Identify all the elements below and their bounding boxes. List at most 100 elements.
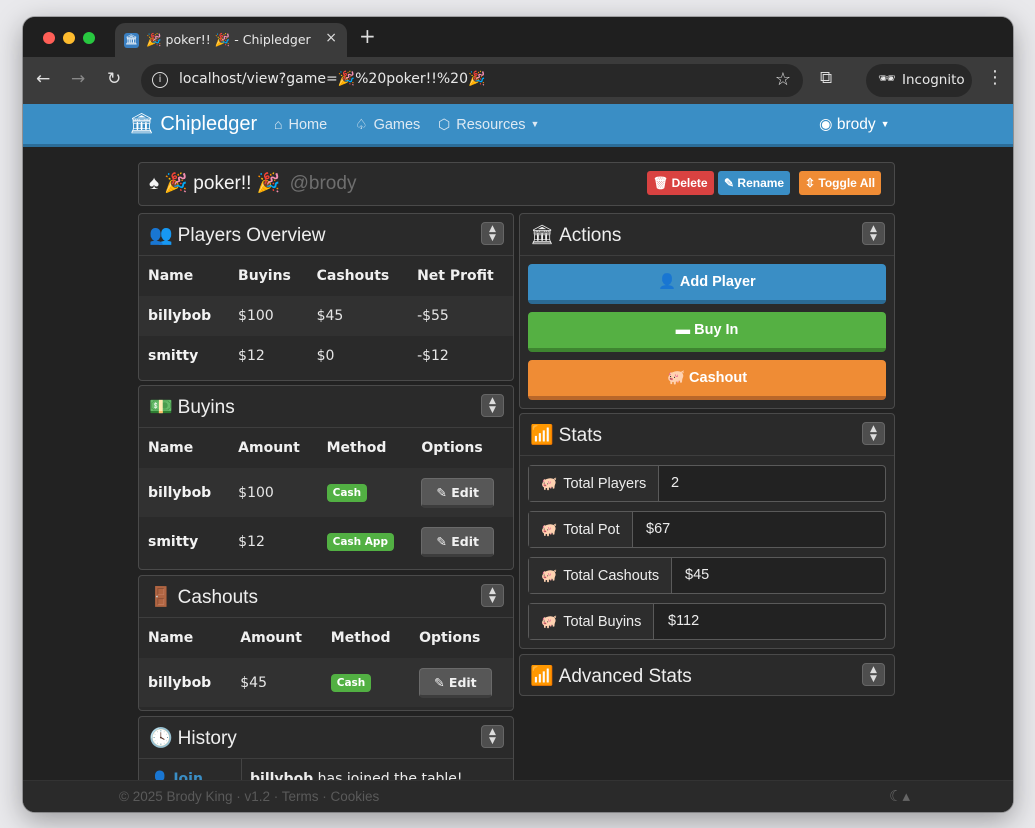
- rename-button[interactable]: ✎ Rename: [718, 171, 791, 195]
- browser-tab[interactable]: 🏛 🎉 poker!! 🎉 - Chipledger ×: [115, 23, 347, 57]
- delete-button[interactable]: 🗑 Delete: [647, 171, 714, 195]
- close-window-button[interactable]: [43, 32, 55, 44]
- chevron-down-icon: ▼: [870, 674, 877, 684]
- tab-title: 🎉 poker!! 🎉 - Chipledger: [146, 32, 311, 47]
- close-tab-icon[interactable]: ×: [325, 30, 337, 46]
- reload-icon[interactable]: ↻: [107, 69, 121, 89]
- buyins-table: Name Amount Method Options billybob $100…: [139, 428, 513, 566]
- cashout-label: Cashout: [689, 370, 748, 386]
- url-text[interactable]: localhost/view?game=🎉%20poker!!%20🎉: [179, 71, 485, 87]
- piggy-bank-icon: 🐖: [541, 568, 558, 583]
- spade-icon: ♠: [149, 173, 160, 194]
- bank-icon: 🏛: [530, 225, 555, 246]
- player-name: smitty: [148, 348, 199, 364]
- stat-label: 🐖 Total Cashouts: [529, 558, 673, 593]
- stat-value: 2: [671, 475, 680, 491]
- edit-button[interactable]: ✎ Edit: [419, 667, 492, 698]
- pencil-icon: ✎: [436, 484, 447, 500]
- maximize-window-button[interactable]: [83, 32, 95, 44]
- table-header-row: Name Amount Method Options: [139, 618, 513, 658]
- table-row: billybob $100 $45 -$55: [139, 296, 513, 336]
- collapse-button[interactable]: ▲ ▼: [481, 394, 504, 417]
- actions-title: Actions: [559, 225, 622, 246]
- theme-toggle-moon-icon[interactable]: ☾▴: [889, 787, 910, 805]
- nav-link-home[interactable]: ⌂ Home: [274, 116, 327, 133]
- amount-cell: $45: [231, 658, 322, 707]
- card-title: 🏛 Actions: [530, 223, 621, 247]
- nav-link-games[interactable]: ♤ Games: [355, 116, 420, 133]
- piggy-bank-icon: 🐖: [541, 476, 558, 491]
- chevron-down-icon: ▼: [870, 433, 877, 443]
- buy-in-button[interactable]: ▬ Buy In: [528, 312, 886, 352]
- toggle-all-button[interactable]: ⇳ Toggle All: [799, 171, 882, 195]
- new-tab-button[interactable]: +: [359, 24, 376, 48]
- method-badge: Cash App: [326, 532, 394, 551]
- stat-label: 🐖 Total Buyins: [529, 604, 655, 639]
- card-title: 💵 Buyins: [149, 395, 235, 419]
- stat-label: 🐖 Total Pot: [529, 512, 633, 547]
- card-title: 🚪 Cashouts: [149, 585, 258, 609]
- piggy-bank-icon: 🐖: [666, 370, 686, 386]
- trash-icon: 🗑: [653, 176, 669, 190]
- collapse-button[interactable]: ▲ ▼: [481, 725, 504, 748]
- brand-link[interactable]: 🏛 Chipledger: [129, 111, 257, 136]
- page-footer: © 2025 Brody King · v1.2 · Terms · Cooki…: [23, 780, 1013, 812]
- extensions-icon[interactable]: ⧉: [820, 68, 832, 88]
- collapse-button[interactable]: ▲ ▼: [481, 584, 504, 607]
- amount-cell: $100: [229, 468, 318, 517]
- add-player-button[interactable]: 👤 Add Player: [528, 264, 886, 304]
- bank-icon: 🏛: [124, 33, 139, 48]
- collapse-button[interactable]: ▲ ▼: [862, 663, 885, 686]
- edit-button[interactable]: ✎ Edit: [421, 477, 494, 508]
- card-title: 📶 Stats: [530, 423, 602, 447]
- user-menu[interactable]: ◉ brody ▼: [819, 115, 890, 134]
- chevron-down-icon: ▼: [489, 736, 496, 746]
- card-header: 📶 Advanced Stats ▲ ▼: [520, 655, 894, 695]
- stat-label-text: Total Pot: [563, 522, 620, 538]
- net-profit-cell: -$55: [408, 296, 513, 336]
- username: brody: [836, 116, 876, 133]
- nav-link-label: Resources: [456, 117, 526, 133]
- column-header: Options: [421, 440, 483, 456]
- page-content: ♠ 🎉 poker!! 🎉 @brody 🗑 Delete ✎ Rename ⇳…: [23, 147, 1013, 812]
- incognito-badge[interactable]: 🕶 Incognito: [866, 64, 972, 97]
- buyins-cell: $12: [238, 348, 265, 364]
- collapse-button[interactable]: ▲ ▼: [862, 222, 885, 245]
- cashout-button[interactable]: 🐖 Cashout: [528, 360, 886, 400]
- column-header: Net Profit: [417, 268, 494, 284]
- column-header: Name: [148, 630, 194, 646]
- address-bar[interactable]: i localhost/view?game=🎉%20poker!!%20🎉 ☆: [141, 64, 803, 97]
- back-arrow-icon[interactable]: ←: [36, 69, 50, 89]
- app-navbar: 🏛 Chipledger ⌂ Home ♤ Games ⬡ Resources ▼ ◉ b…: [23, 104, 1013, 147]
- stat-value: $112: [668, 613, 700, 629]
- actions-card: 🏛 Actions ▲ ▼ 👤 Add Player ▬ Buy In 🐖 Cash…: [519, 213, 895, 409]
- minimize-window-button[interactable]: [63, 32, 75, 44]
- stats-title: Stats: [558, 425, 602, 446]
- spade-icon: ♤: [355, 116, 368, 132]
- card-header: 🕓 History ▲ ▼: [139, 717, 513, 759]
- advanced-stats-card: 📶 Advanced Stats ▲ ▼: [519, 654, 895, 696]
- forward-arrow-icon[interactable]: →: [71, 69, 85, 89]
- piggy-bank-icon: 🐖: [541, 614, 558, 629]
- clock-icon: 🕓: [149, 728, 173, 749]
- bookmark-star-icon[interactable]: ☆: [775, 69, 791, 90]
- table-row: smitty $12 $0 -$12: [139, 336, 513, 376]
- table-row: billybob $45 Cash ✎ Edit: [139, 658, 513, 707]
- edit-button[interactable]: ✎ Edit: [421, 526, 494, 557]
- amount-cell: $12: [238, 533, 265, 550]
- players-table: Name Buyins Cashouts Net Profit billybob…: [139, 256, 513, 376]
- game-header-card: ♠ 🎉 poker!! 🎉 @brody 🗑 Delete ✎ Rename ⇳…: [138, 162, 895, 206]
- toggle-label: Toggle All: [818, 176, 876, 190]
- stat-value: $67: [646, 521, 671, 537]
- stat-total-pot: 🐖 Total Pot $67: [528, 511, 886, 548]
- house-icon: ⌂: [274, 116, 283, 132]
- advanced-stats-title: Advanced Stats: [558, 666, 692, 687]
- nav-link-resources[interactable]: ⬡ Resources ▼: [438, 116, 539, 133]
- collapse-button[interactable]: ▲ ▼: [862, 422, 885, 445]
- browser-toolbar: ← → ↻ i localhost/view?game=🎉%20poker!!%…: [23, 57, 1013, 104]
- browser-menu-icon[interactable]: ⋮: [986, 67, 1004, 88]
- collapse-button[interactable]: ▲ ▼: [481, 222, 504, 245]
- cashouts-cell: $45: [307, 296, 409, 336]
- buyins-cell: $100: [229, 296, 308, 336]
- info-icon[interactable]: i: [152, 72, 168, 88]
